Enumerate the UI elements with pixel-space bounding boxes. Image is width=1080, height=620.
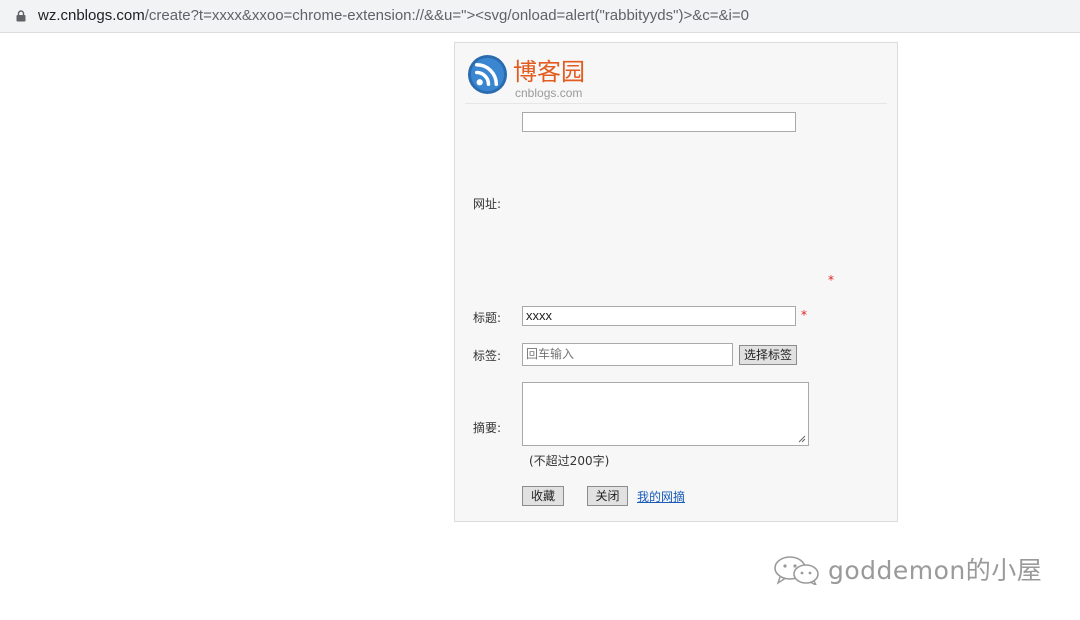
resize-grip-icon[interactable] [798, 435, 806, 443]
required-mark: * [828, 273, 834, 287]
bookmark-panel: 博客园 cnblogs.com 网址: * 标题: xxxx * 标签: 回车输… [454, 42, 898, 522]
url-label: 网址: [473, 197, 502, 211]
tags-input[interactable]: 回车输入 [522, 343, 733, 366]
wechat-icon [774, 556, 819, 585]
address-bar[interactable]: wz.cnblogs.com/create?t=xxxx&xxoo=chrome… [0, 0, 1080, 33]
my-bookmarks-link[interactable]: 我的网摘 [637, 488, 685, 505]
title-label: 标题: [473, 311, 502, 325]
lock-icon [16, 10, 26, 22]
watermark-text: goddemon的小屋 [828, 556, 1043, 585]
summary-textarea[interactable] [522, 382, 809, 446]
logo-domain: cnblogs.com [515, 86, 583, 100]
rss-logo-icon [467, 54, 508, 95]
summary-hint: (不超过200字) [529, 454, 610, 468]
url-text[interactable]: wz.cnblogs.com/create?t=xxxx&xxoo=chrome… [38, 7, 749, 24]
logo-header: 博客园 cnblogs.com [465, 49, 887, 104]
url-host: wz.cnblogs.com [38, 7, 145, 24]
url-path: /create?t=xxxx&xxoo=chrome-extension://&… [144, 7, 749, 24]
logo-name: 博客园 [513, 58, 585, 86]
close-button[interactable]: 关闭 [587, 486, 628, 506]
title-input[interactable]: xxxx [522, 306, 796, 326]
summary-label: 摘要: [473, 421, 502, 435]
choose-tags-button[interactable]: 选择标签 [739, 345, 797, 365]
tags-label: 标签: [473, 349, 502, 363]
required-mark: * [801, 308, 807, 322]
top-field[interactable] [522, 112, 796, 132]
save-button[interactable]: 收藏 [522, 486, 564, 506]
